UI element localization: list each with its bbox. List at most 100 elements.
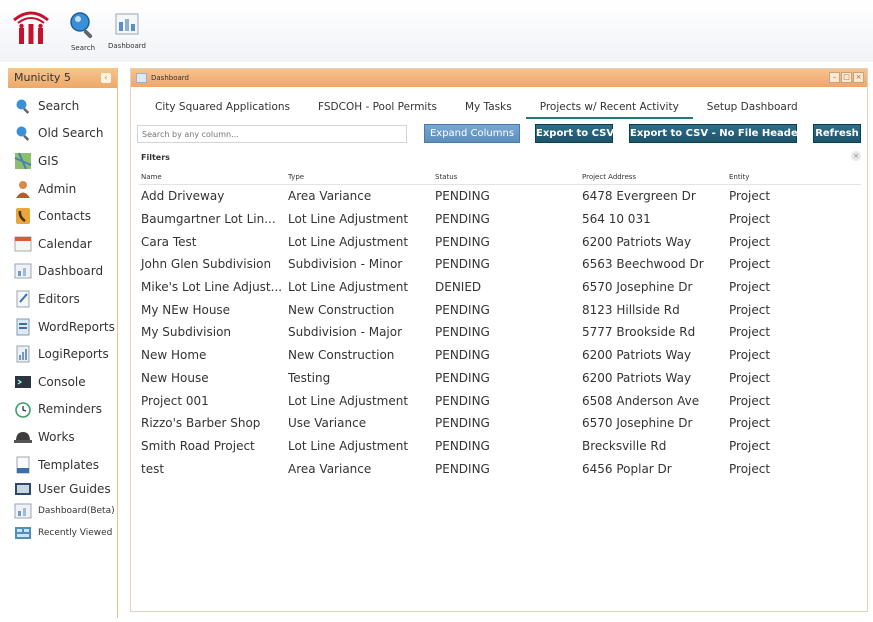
window-controls: – □ × <box>829 72 864 83</box>
cell-project-address: 6508 Anderson Ave <box>582 393 700 408</box>
sidebar-item-reminders[interactable]: Reminders <box>8 396 117 424</box>
close-icon[interactable]: × <box>853 72 864 83</box>
cell-name: Baumgartner Lot Lin... <box>141 212 276 227</box>
search-icon <box>14 124 32 142</box>
sidebar-item-label: Works <box>38 429 75 444</box>
sidebar-item-label: LogiReports <box>38 347 109 362</box>
sidebar-item-old-search[interactable]: Old Search <box>8 120 117 148</box>
tab-setup-dashboard[interactable]: Setup Dashboard <box>693 97 812 119</box>
cell-type: Testing <box>288 370 331 385</box>
cell-project-address: 8123 Hillside Rd <box>582 302 680 317</box>
tab-bar: City Squared Applications FSDCOH - Pool … <box>141 97 812 119</box>
sidebar-item-logireports[interactable]: LogiReports <box>8 340 117 368</box>
cell-type: Lot Line Adjustment <box>288 438 409 453</box>
sidebar-item-label: User Guides <box>38 482 111 497</box>
sidebar-item-label: WordReports <box>38 319 115 334</box>
cell-name: New Home <box>141 348 207 363</box>
tab-fsdcoh-pool-permits[interactable]: FSDCOH - Pool Permits <box>304 97 451 119</box>
column-header-entity[interactable]: Entity <box>727 169 847 184</box>
minimize-icon[interactable]: – <box>829 72 840 83</box>
cell-name: Mike's Lot Line Adjust... <box>141 280 283 295</box>
cell-status: PENDING <box>435 302 490 317</box>
table-body: Add Driveway Area Variance PENDING 6478 Eve… <box>139 185 861 480</box>
cell-entity: Project <box>729 302 771 317</box>
cell-name: Add Driveway <box>141 189 225 204</box>
sidebar-item-label: Search <box>38 98 80 113</box>
cell-type: Use Variance <box>288 416 367 431</box>
cell-name: My Subdivision <box>141 325 232 340</box>
search-icon <box>68 10 98 42</box>
sidebar-item-label: Dashboard(Beta) <box>38 506 115 517</box>
tab-city-squared-applications[interactable]: City Squared Applications <box>141 97 304 119</box>
cell-name: Project 001 <box>141 393 209 408</box>
table-row[interactable]: Project 001 Lot Line Adjustment PENDING 650… <box>139 389 861 412</box>
maximize-icon[interactable]: □ <box>841 72 852 83</box>
cell-type: New Construction <box>288 348 395 363</box>
cell-project-address: 6200 Patriots Way <box>582 370 692 385</box>
table-row[interactable]: Smith Road Project Lot Line Adjustment PEN… <box>139 435 861 458</box>
cell-status: PENDING <box>435 189 490 204</box>
table-row[interactable]: New Home New Construction PENDING 6200 Patr… <box>139 344 861 367</box>
sidebar-item-contacts[interactable]: Contacts <box>8 202 117 230</box>
export-csv-no-headers-button[interactable]: Export to CSV - No File Headers <box>629 124 809 143</box>
sidebar-item-console[interactable]: Console <box>8 368 117 396</box>
sidebar-item-recently-viewed[interactable]: Recently Viewed <box>8 522 117 544</box>
sidebar-item-user-guides[interactable]: User Guides <box>8 478 117 500</box>
table-row[interactable]: Cara Test Lot Line Adjustment PENDING 6200 … <box>139 230 861 253</box>
cell-status: PENDING <box>435 370 490 385</box>
refresh-button[interactable]: Refresh <box>813 124 861 143</box>
cell-entity: Project <box>729 234 771 249</box>
expand-columns-button[interactable]: Expand Columns <box>424 124 520 143</box>
search-input[interactable] <box>137 125 407 143</box>
sidebar-item-templates[interactable]: Templates <box>8 451 117 479</box>
cell-entity: Project <box>729 257 771 272</box>
table-row[interactable]: test Area Variance PENDING 6456 Poplar Dr Pr… <box>139 457 861 480</box>
table-row[interactable]: Mike's Lot Line Adjust... Lot Line Adjust… <box>139 276 861 299</box>
table-row[interactable]: John Glen Subdivision Subdivision - Minor… <box>139 253 861 276</box>
sidebar-item-wordreports[interactable]: WordReports <box>8 313 117 341</box>
sidebar-item-calendar[interactable]: Calendar <box>8 230 117 258</box>
toolbar-search-button[interactable]: Search <box>68 10 98 52</box>
cell-status: DENIED <box>435 280 482 295</box>
table-row[interactable]: Add Driveway Area Variance PENDING 6478 Eve… <box>139 185 861 208</box>
column-header-type[interactable]: Type <box>286 169 433 184</box>
tab-projects-recent-activity[interactable]: Projects w/ Recent Activity <box>525 97 693 119</box>
dashboard-window: Dashboard – □ × City Squared Application… <box>130 68 868 612</box>
cell-entity: Project <box>729 416 771 431</box>
table-row[interactable]: Baumgartner Lot Lin... Lot Line Adjustmen… <box>139 208 861 231</box>
tab-my-tasks[interactable]: My Tasks <box>451 97 526 119</box>
sidebar-item-dashboard-beta[interactable]: Dashboard(Beta) <box>8 500 117 522</box>
sidebar-item-admin[interactable]: Admin <box>8 175 117 203</box>
sidebar-item-dashboard[interactable]: Dashboard <box>8 258 117 286</box>
cell-type: Lot Line Adjustment <box>288 393 409 408</box>
sidebar-item-label: Admin <box>38 181 77 196</box>
app-logo <box>10 6 52 48</box>
sidebar-item-editors[interactable]: Editors <box>8 285 117 313</box>
sidebar-item-gis[interactable]: GIS <box>8 147 117 175</box>
export-csv-button[interactable]: Export to CSV <box>535 124 614 143</box>
column-header-status[interactable]: Status <box>433 169 580 184</box>
cell-type: Lot Line Adjustment <box>288 212 409 227</box>
sidebar-item-search[interactable]: Search <box>8 92 117 120</box>
toolbar-dashboard-label: Dashboard <box>108 42 146 50</box>
filters-label[interactable]: Filters <box>141 153 170 162</box>
cell-entity: Project <box>729 348 771 363</box>
console-icon <box>14 373 32 391</box>
cell-entity: Project <box>729 370 771 385</box>
clear-filters-icon[interactable]: × <box>851 151 861 161</box>
collapse-icon[interactable]: ‹ <box>101 73 111 83</box>
column-header-name[interactable]: Name <box>139 169 286 184</box>
window-titlebar[interactable]: Dashboard – □ × <box>131 69 867 87</box>
table-row[interactable]: My Subdivision Subdivision - Major PENDING… <box>139 321 861 344</box>
cell-project-address: 5777 Brookside Rd <box>582 325 696 340</box>
sidebar-item-label: Dashboard <box>38 264 104 279</box>
sidebar-item-label: Contacts <box>38 209 91 224</box>
cell-project-address: 6456 Poplar Dr <box>582 461 672 476</box>
table-row[interactable]: New House Testing PENDING 6200 Patriots Way… <box>139 367 861 390</box>
cell-entity: Project <box>729 461 771 476</box>
sidebar-item-works[interactable]: Works <box>8 423 117 451</box>
table-row[interactable]: Rizzo's Barber Shop Use Variance PENDING 65… <box>139 412 861 435</box>
toolbar-dashboard-button[interactable]: Dashboard <box>108 10 146 50</box>
table-row[interactable]: My NEw House New Construction PENDING 8123 … <box>139 298 861 321</box>
column-header-project-address[interactable]: Project Address <box>580 169 727 184</box>
